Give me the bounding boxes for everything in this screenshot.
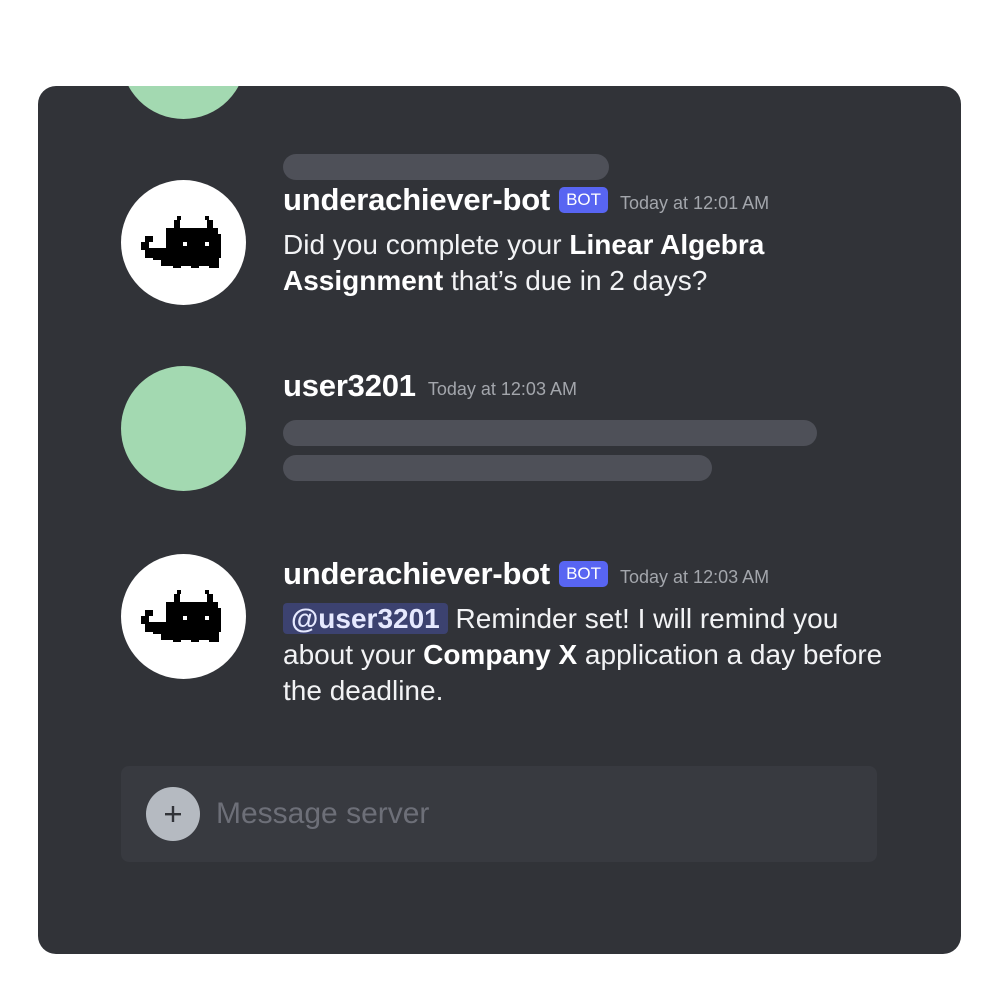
username[interactable]: user3201: [283, 368, 416, 404]
bot-avatar[interactable]: [121, 554, 246, 679]
timestamp: Today at 12:03 AM: [427, 378, 577, 399]
bot-badge: BOT: [559, 187, 609, 213]
username[interactable]: underachiever-bot: [283, 556, 550, 592]
message-text: @user3201 Reminder set! I will remind yo…: [283, 601, 883, 709]
redacted-text-line: [283, 455, 712, 481]
bot-badge: BOT: [559, 561, 609, 587]
message-composer: [121, 766, 877, 862]
message-input[interactable]: [216, 794, 836, 834]
black-cat-icon: [141, 590, 221, 642]
plus-icon: [165, 806, 181, 822]
user-mention[interactable]: @user3201: [283, 603, 448, 634]
redacted-text-line: [283, 420, 817, 446]
timestamp: Today at 12:01 AM: [620, 192, 770, 213]
timestamp: Today at 12:03 AM: [620, 566, 770, 587]
bot-avatar[interactable]: [121, 180, 246, 305]
chat-window: underachiever-bot BOT Today at 12:01 AM …: [38, 86, 961, 954]
user-avatar[interactable]: [121, 366, 246, 491]
redacted-text-line: [283, 154, 609, 180]
bold-segment: Company X: [423, 639, 578, 670]
black-cat-icon: [141, 216, 221, 268]
username[interactable]: underachiever-bot: [283, 182, 550, 218]
add-attachment-button[interactable]: [146, 787, 200, 841]
user-avatar[interactable]: [121, 86, 246, 119]
text-segment: that’s due in 2 days?: [443, 265, 708, 296]
text-segment: Did you complete your: [283, 229, 570, 260]
message-text: Did you complete your Linear Algebra Ass…: [283, 227, 883, 299]
